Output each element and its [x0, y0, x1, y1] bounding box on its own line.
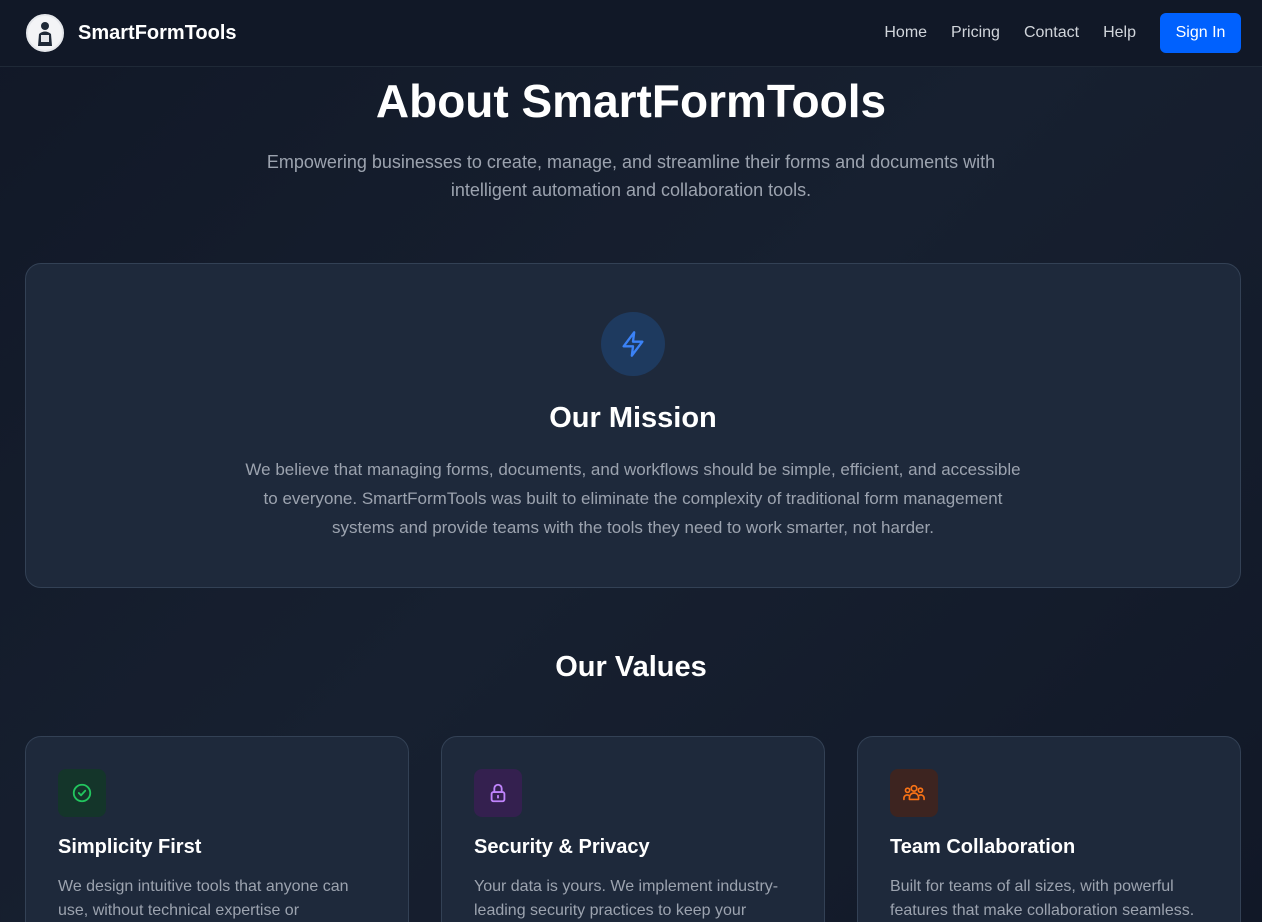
value-card-title: Simplicity First: [58, 836, 202, 858]
nav-links: Home Pricing Contact Help Sign In: [884, 13, 1241, 53]
nav-link-contact[interactable]: Contact: [1024, 24, 1079, 42]
value-card-collaboration: Team Collaboration Built for teams of al…: [857, 736, 1241, 922]
value-card-text: We design intuitive tools that anyone ca…: [58, 878, 349, 919]
nav-link-pricing[interactable]: Pricing: [951, 24, 1000, 42]
values-title: Our Values: [555, 651, 707, 683]
brand-name[interactable]: SmartFormTools: [78, 22, 237, 45]
brand[interactable]: SmartFormTools: [26, 14, 237, 52]
value-card-title: Team Collaboration: [890, 836, 1076, 858]
value-card-title: Security & Privacy: [474, 836, 650, 858]
mission-text: We believe that managing forms, document…: [245, 460, 1021, 537]
nav-link-help[interactable]: Help: [1103, 24, 1136, 42]
top-navbar: SmartFormTools Home Pricing Contact Help…: [0, 0, 1262, 67]
value-card-security: Security & Privacy Your data is yours. W…: [441, 736, 825, 922]
hero-section: About SmartFormTools Empowering business…: [0, 67, 1262, 204]
users-icon: [890, 769, 938, 817]
lightning-bolt-icon: [601, 312, 665, 376]
page-subtitle: Empowering businesses to create, manage,…: [266, 152, 996, 200]
check-circle-icon: [58, 769, 106, 817]
lock-icon: [474, 769, 522, 817]
value-card-text: Built for teams of all sizes, with power…: [890, 878, 1195, 919]
nav-link-home[interactable]: Home: [884, 24, 927, 42]
logo-icon[interactable]: [26, 14, 64, 52]
page-title: About SmartFormTools: [375, 75, 887, 127]
value-card-simplicity: Simplicity First We design intuitive too…: [25, 736, 409, 922]
value-card-text: Your data is yours. We implement industr…: [474, 878, 779, 919]
mission-title: Our Mission: [549, 402, 717, 434]
mission-card: Our Mission We believe that managing for…: [25, 263, 1241, 588]
sign-in-button[interactable]: Sign In: [1160, 13, 1241, 53]
